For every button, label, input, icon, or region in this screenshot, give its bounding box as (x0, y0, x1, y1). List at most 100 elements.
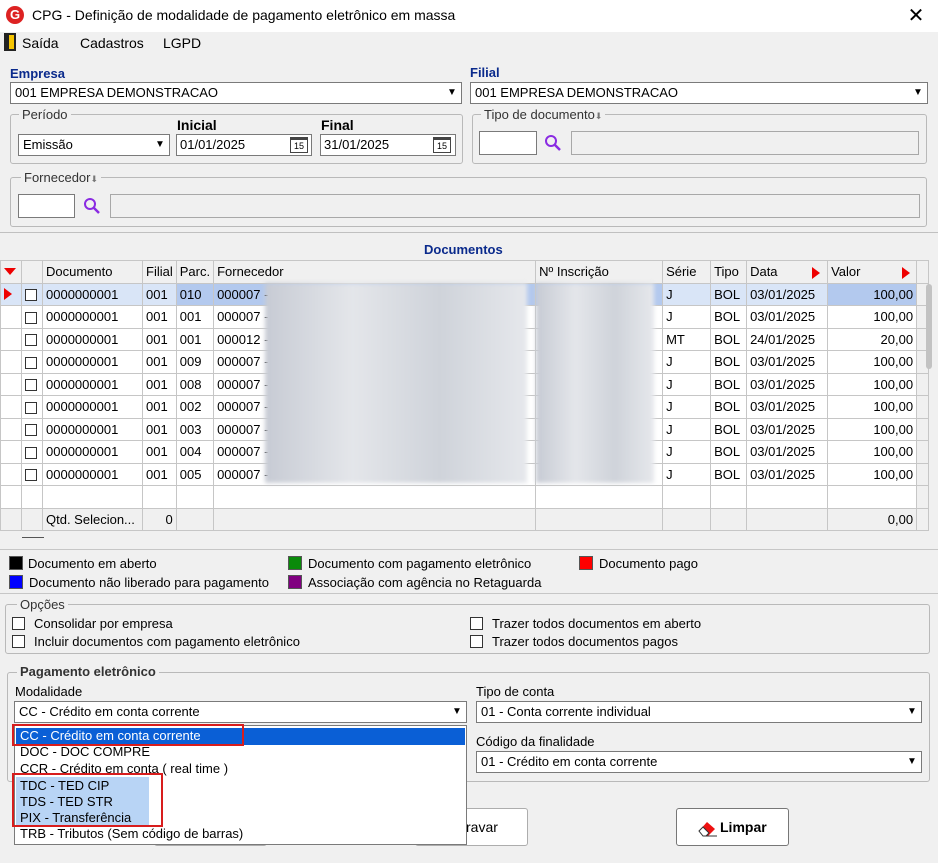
cell-valor: 100,00 (827, 305, 918, 329)
scroll-indicator (22, 537, 44, 538)
row-checkbox[interactable] (25, 401, 37, 414)
cell-indicator[interactable] (0, 350, 22, 374)
tipo-conta-label: Tipo de conta (476, 684, 555, 699)
incluir-checkbox[interactable] (12, 635, 25, 648)
sort-right-icon (811, 267, 820, 280)
cell-checkbox[interactable] (21, 462, 43, 486)
search-icon[interactable] (544, 134, 562, 152)
scrollbar-thumb[interactable] (926, 284, 932, 369)
col-valor[interactable]: Valor (827, 260, 918, 284)
modalidade-select[interactable]: CC - Crédito em conta corrente ▼ (14, 701, 467, 723)
cell-checkbox[interactable] (21, 395, 43, 419)
cell-checkbox[interactable] (21, 372, 43, 396)
gravar-button-label: ravar (466, 819, 498, 835)
cell-indicator[interactable] (0, 395, 22, 419)
row-checkbox[interactable] (25, 289, 37, 302)
cell-data: 24/01/2025 (746, 327, 829, 351)
chevron-down-icon[interactable]: ▼ (903, 703, 920, 721)
cell-filial: 001 (142, 462, 177, 486)
exit-door-icon (4, 33, 16, 51)
cell-empty (710, 485, 748, 509)
cell-empty (213, 485, 537, 509)
cell-tipo: BOL (710, 305, 748, 329)
scrollbar-track[interactable] (916, 260, 930, 284)
chevron-down-icon[interactable]: ▼ (909, 84, 926, 102)
sort-right-icon (902, 267, 911, 280)
row-checkbox[interactable] (25, 446, 37, 459)
cell-indicator[interactable] (0, 282, 22, 306)
cell-parc: 008 (175, 372, 215, 396)
cell-indicator[interactable] (0, 440, 22, 464)
col-filial[interactable]: Filial (142, 260, 177, 284)
calendar-icon[interactable]: 15 (433, 137, 451, 153)
cell-filial: 001 (142, 350, 177, 374)
chevron-down-icon[interactable]: ▼ (443, 84, 460, 102)
cell-empty (0, 485, 22, 509)
col-parcela[interactable]: Parc. (175, 260, 215, 284)
col-serie[interactable]: Série (662, 260, 712, 284)
initial-date-value: 01/01/2025 (180, 137, 246, 152)
row-checkbox[interactable] (25, 424, 37, 437)
col-tipo[interactable]: Tipo (710, 260, 748, 284)
tipo-documento-code-field[interactable] (479, 131, 537, 155)
cell-tipo: BOL (710, 327, 748, 351)
sort-down-icon (4, 268, 16, 276)
incluir-label: Incluir documentos com pagamento eletrôn… (34, 634, 300, 649)
cell-parc: 005 (175, 462, 215, 486)
menu-lgpd[interactable]: LGPD (163, 35, 201, 51)
cell-indicator[interactable] (0, 305, 22, 329)
cell-checkbox[interactable] (21, 305, 43, 329)
cell-empty (535, 485, 664, 509)
cell-indicator[interactable] (0, 417, 22, 441)
cell-indicator[interactable] (0, 372, 22, 396)
fornecedor-code-field[interactable] (18, 194, 75, 218)
menu-exit[interactable]: Saída (22, 35, 59, 51)
cell-data: 03/01/2025 (746, 395, 829, 419)
search-icon[interactable] (83, 197, 101, 215)
cell-data: 03/01/2025 (746, 462, 829, 486)
limpar-button[interactable]: Limpar (676, 808, 789, 846)
cell-checkbox[interactable] (21, 350, 43, 374)
option-doc[interactable]: DOC - DOC COMPRE (20, 744, 150, 759)
tipo-conta-select[interactable]: 01 - Conta corrente individual ▼ (476, 701, 922, 723)
cell-indicator[interactable] (0, 462, 22, 486)
eraser-icon (698, 822, 717, 837)
consolidar-label: Consolidar por empresa (34, 616, 173, 631)
col-fornecedor[interactable]: Fornecedor (213, 260, 537, 284)
filial-select[interactable]: 001 EMPRESA DEMONSTRACAO ▼ (470, 82, 928, 104)
calendar-icon[interactable]: 15 (290, 137, 308, 153)
cell-parc: 004 (175, 440, 215, 464)
select-all-column[interactable] (21, 260, 43, 284)
row-checkbox[interactable] (25, 334, 37, 347)
finalidade-value: 01 - Crédito em conta corrente (481, 754, 658, 769)
chevron-down-icon[interactable]: ▼ (903, 753, 920, 771)
row-checkbox[interactable] (25, 311, 37, 324)
row-checkbox[interactable] (25, 356, 37, 369)
row-checkbox[interactable] (25, 379, 37, 392)
col-data[interactable]: Data (746, 260, 829, 284)
cell-empty (42, 485, 143, 509)
chevron-down-icon[interactable]: ▼ (151, 136, 168, 154)
col-documento[interactable]: Documento (42, 260, 143, 284)
cell-indicator[interactable] (0, 327, 22, 351)
empresa-select[interactable]: 001 EMPRESA DEMONSTRACAO ▼ (10, 82, 462, 104)
col-inscricao[interactable]: Nº Inscrição (535, 260, 664, 284)
periodo-type-select[interactable]: Emissão ▼ (18, 134, 170, 156)
cell-checkbox[interactable] (21, 327, 43, 351)
consolidar-checkbox[interactable] (12, 617, 25, 630)
empresa-label: Empresa (10, 66, 65, 81)
cell-doc: 0000000001 (42, 395, 143, 419)
cell-scroll (916, 372, 930, 396)
cell-checkbox[interactable] (21, 282, 43, 306)
cell-checkbox[interactable] (21, 417, 43, 441)
menu-cadastros[interactable]: Cadastros (80, 35, 144, 51)
option-trb[interactable]: TRB - Tributos (Sem código de barras) (20, 826, 243, 841)
trazer-aberto-checkbox[interactable] (470, 617, 483, 630)
row-checkbox[interactable] (25, 469, 37, 482)
trazer-pagos-checkbox[interactable] (470, 635, 483, 648)
chevron-down-icon[interactable]: ▼ (448, 703, 465, 721)
close-icon[interactable]: ✕ (904, 3, 928, 28)
cell-checkbox[interactable] (21, 440, 43, 464)
sort-indicator[interactable] (0, 260, 22, 284)
finalidade-select[interactable]: 01 - Crédito em conta corrente ▼ (476, 751, 922, 773)
